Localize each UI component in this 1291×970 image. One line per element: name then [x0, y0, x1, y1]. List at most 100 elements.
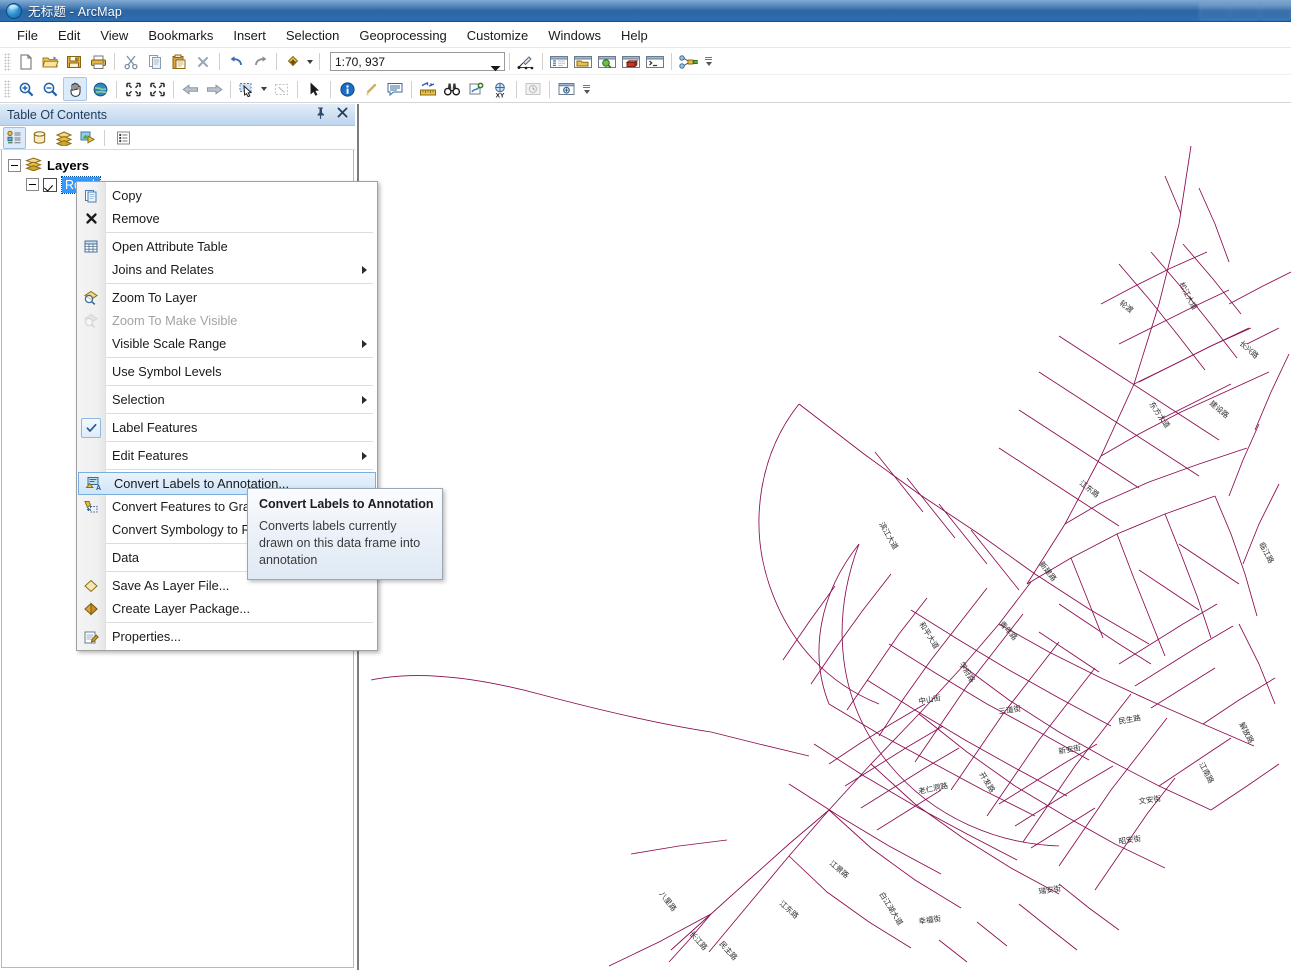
- toolbar-separator: [114, 53, 115, 70]
- toc-options-icon[interactable]: [113, 128, 134, 148]
- collapse-expander-icon[interactable]: [26, 178, 39, 191]
- toolbar-grip[interactable]: [4, 52, 11, 71]
- fixed-zoom-in-icon[interactable]: [122, 78, 144, 100]
- close-button[interactable]: [1261, 2, 1291, 20]
- ctx-selection[interactable]: Selection: [77, 388, 377, 411]
- measure-icon[interactable]: [417, 78, 439, 100]
- layer-context-menu[interactable]: Copy Remove Open Attribute Table Joins a…: [76, 181, 378, 651]
- menu-edit[interactable]: Edit: [49, 25, 89, 46]
- list-by-source-icon[interactable]: [29, 128, 50, 148]
- empty-icon-slot: [77, 518, 105, 541]
- find-route-icon[interactable]: [465, 78, 487, 100]
- menu-file[interactable]: File: [8, 25, 47, 46]
- menu-bookmarks[interactable]: Bookmarks: [139, 25, 222, 46]
- ctx-label-features[interactable]: Label Features: [77, 416, 377, 439]
- add-data-icon[interactable]: [282, 51, 304, 73]
- ctx-visible-scale-range[interactable]: Visible Scale Range: [77, 332, 377, 355]
- remove-x-icon: [77, 207, 105, 230]
- select-elements-arrow-icon[interactable]: [303, 78, 325, 100]
- layer-visibility-checkbox[interactable]: [43, 177, 57, 192]
- ctx-create-layer-package[interactable]: Create Layer Package...: [77, 597, 377, 620]
- maximize-button[interactable]: [1230, 2, 1260, 20]
- list-by-visibility-icon[interactable]: [53, 128, 74, 148]
- select-features-icon[interactable]: [236, 78, 258, 100]
- hyperlink-icon[interactable]: [360, 78, 382, 100]
- map-data-frame[interactable]: 轮渡 松江大道 东方大道 江东路 新建路 青年路 滨江大道 和平大道 三道街 民…: [357, 104, 1291, 970]
- identify-icon[interactable]: [336, 78, 358, 100]
- convert-features-to-graphics-icon: [77, 495, 105, 518]
- list-by-selection-icon[interactable]: [77, 128, 98, 148]
- menu-windows[interactable]: Windows: [539, 25, 610, 46]
- zoom-in-icon[interactable]: [15, 78, 37, 100]
- ctx-properties[interactable]: Properties...: [77, 625, 377, 648]
- paste-icon[interactable]: [168, 51, 190, 73]
- redo-arrow-icon[interactable]: [249, 51, 271, 73]
- add-data-dropdown-arrow-icon[interactable]: [305, 52, 315, 72]
- search-window-icon[interactable]: [596, 51, 618, 73]
- save-icon[interactable]: [63, 51, 85, 73]
- list-by-drawing-order-icon[interactable]: [3, 126, 26, 149]
- fixed-zoom-out-icon[interactable]: [146, 78, 168, 100]
- ctx-edit-features[interactable]: Edit Features: [77, 444, 377, 467]
- collapse-expander-icon[interactable]: [8, 159, 21, 172]
- zoom-out-icon[interactable]: [39, 78, 61, 100]
- go-forward-extent-icon[interactable]: [203, 78, 225, 100]
- ctx-joins-and-relates[interactable]: Joins and Relates: [77, 258, 377, 281]
- menu-bar: File Edit View Bookmarks Insert Selectio…: [0, 23, 1291, 48]
- clear-selection-icon[interactable]: [270, 78, 292, 100]
- ctx-properties-label: Properties...: [112, 629, 181, 644]
- minimize-button[interactable]: [1199, 2, 1229, 20]
- copy-icon[interactable]: [144, 51, 166, 73]
- menu-help[interactable]: Help: [612, 25, 657, 46]
- ctx-open-attribute-table[interactable]: Open Attribute Table: [77, 235, 377, 258]
- context-menu-separator: [106, 441, 373, 442]
- submenu-arrow-icon: [362, 266, 367, 274]
- find-binoculars-icon[interactable]: [441, 78, 463, 100]
- menu-selection[interactable]: Selection: [277, 25, 348, 46]
- go-back-extent-icon[interactable]: [179, 78, 201, 100]
- arcmap-globe-icon: [6, 2, 22, 19]
- ctx-copy[interactable]: Copy: [77, 184, 377, 207]
- context-menu-separator: [106, 385, 373, 386]
- toc-panel-title: Table Of Contents: [7, 107, 108, 122]
- map-scale-combobox[interactable]: [330, 52, 505, 72]
- catalog-window-icon[interactable]: [572, 51, 594, 73]
- open-folder-icon[interactable]: [39, 51, 61, 73]
- html-popup-icon[interactable]: [384, 78, 406, 100]
- undo-arrow-icon[interactable]: [225, 51, 247, 73]
- ctx-zoom-to-layer[interactable]: Zoom To Layer: [77, 286, 377, 309]
- go-to-xy-icon[interactable]: XY: [489, 78, 511, 100]
- pan-hand-icon[interactable]: [63, 77, 87, 101]
- window-controls[interactable]: [1199, 0, 1291, 22]
- python-window-icon[interactable]: [644, 51, 666, 73]
- delete-x-icon[interactable]: [192, 51, 214, 73]
- scale-dropdown-arrow-icon[interactable]: [490, 59, 501, 77]
- arctoolbox-icon[interactable]: [620, 51, 642, 73]
- ctx-use-symbol-levels[interactable]: Use Symbol Levels: [77, 360, 377, 383]
- empty-icon-slot: [77, 444, 105, 467]
- toolbar-grip[interactable]: [4, 80, 11, 98]
- map-scale-input[interactable]: [331, 53, 487, 70]
- empty-icon-slot: [77, 388, 105, 411]
- new-document-icon[interactable]: [15, 51, 37, 73]
- menu-customize[interactable]: Customize: [458, 25, 537, 46]
- editor-toolbar-icon[interactable]: [515, 51, 537, 73]
- menu-view[interactable]: View: [91, 25, 137, 46]
- create-viewer-window-icon[interactable]: [555, 78, 577, 100]
- time-slider-icon[interactable]: [522, 78, 544, 100]
- menu-insert[interactable]: Insert: [224, 25, 275, 46]
- ctx-remove[interactable]: Remove: [77, 207, 377, 230]
- select-features-dropdown-arrow-icon[interactable]: [259, 79, 269, 99]
- toc-tree-root-layers[interactable]: Layers: [2, 156, 353, 175]
- full-extent-globe-icon[interactable]: [89, 78, 111, 100]
- menu-geoprocessing[interactable]: Geoprocessing: [350, 25, 455, 46]
- close-icon[interactable]: [336, 106, 349, 121]
- ctx-joins-and-relates-label: Joins and Relates: [112, 262, 214, 277]
- pin-icon[interactable]: [314, 106, 327, 121]
- toolbar-overflow-button[interactable]: [703, 51, 714, 73]
- toolbar-overflow-button[interactable]: [581, 78, 592, 100]
- model-builder-icon[interactable]: [677, 51, 699, 73]
- cut-scissors-icon[interactable]: [120, 51, 142, 73]
- print-icon[interactable]: [87, 51, 109, 73]
- table-of-contents-icon[interactable]: [548, 51, 570, 73]
